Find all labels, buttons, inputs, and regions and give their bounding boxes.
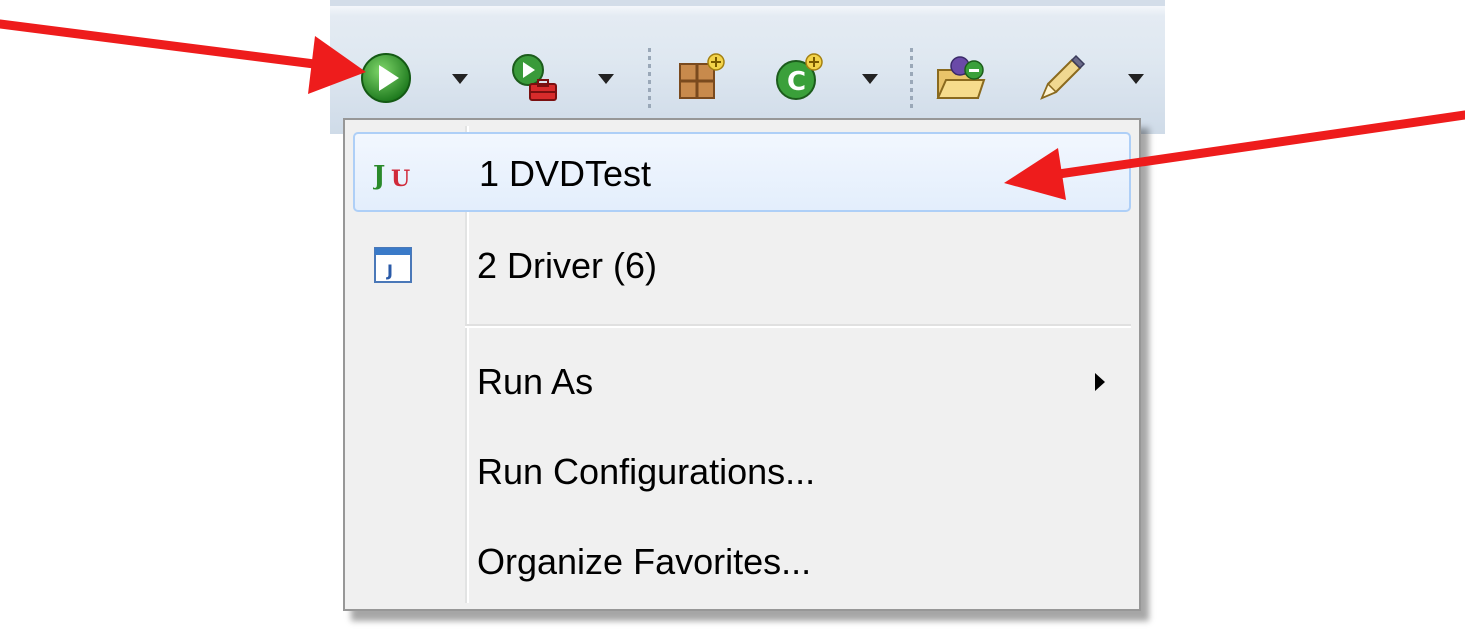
new-package-icon [679,53,725,99]
external-tools-icon [512,54,557,101]
new-package-button[interactable] [674,52,726,104]
run-dropdown-arrow[interactable] [450,72,470,86]
run-icon [361,53,411,103]
java-app-icon: J [371,244,415,288]
menu-separator [465,324,1131,328]
open-type-icon [936,56,986,99]
chevron-down-icon [862,74,878,84]
run-button[interactable] [360,52,412,104]
junit-icon: J U [371,152,417,196]
search-icon [1040,54,1086,100]
search-button[interactable] [1034,52,1086,104]
search-dropdown-arrow[interactable] [1126,72,1146,86]
open-type-button[interactable] [934,52,986,104]
menu-item-run-as[interactable]: Run As [353,342,1131,422]
svg-text:C: C [787,67,806,97]
menu-item-organize-favorites[interactable]: Organize Favorites... [353,522,1131,602]
external-tools-button[interactable] [508,52,560,104]
new-class-dropdown-arrow[interactable] [860,72,880,86]
chevron-down-icon [452,74,468,84]
menu-item-run-configurations[interactable]: Run Configurations... [353,432,1131,512]
main-toolbar: C [330,0,1165,134]
svg-text:J: J [373,161,385,191]
svg-text:J: J [386,261,393,280]
svg-text:U: U [391,166,410,192]
menu-item-label: Organize Favorites... [477,541,812,582]
chevron-down-icon [1128,74,1144,84]
new-class-button[interactable]: C [774,52,826,104]
menu-item-label: Run Configurations... [477,451,816,492]
submenu-arrow-icon [1093,370,1107,394]
menu-item-label: Run As [477,361,594,402]
annotation-arrow-left [0,19,366,94]
menu-item-driver[interactable]: J 2 Driver (6) [353,226,1131,306]
run-history-menu: J U 1 DVDTest J 2 Driver (6) Run As Run … [343,118,1141,611]
menu-item-dvdtest[interactable]: J U 1 DVDTest [353,132,1131,212]
menu-item-label: 2 Driver (6) [477,245,658,286]
new-class-icon: C [776,53,823,100]
menu-item-label: 1 DVDTest [479,153,652,194]
chevron-down-icon [598,74,614,84]
toolbar-separator [910,48,913,112]
toolbar-separator [648,48,651,112]
external-tools-dropdown-arrow[interactable] [596,72,616,86]
